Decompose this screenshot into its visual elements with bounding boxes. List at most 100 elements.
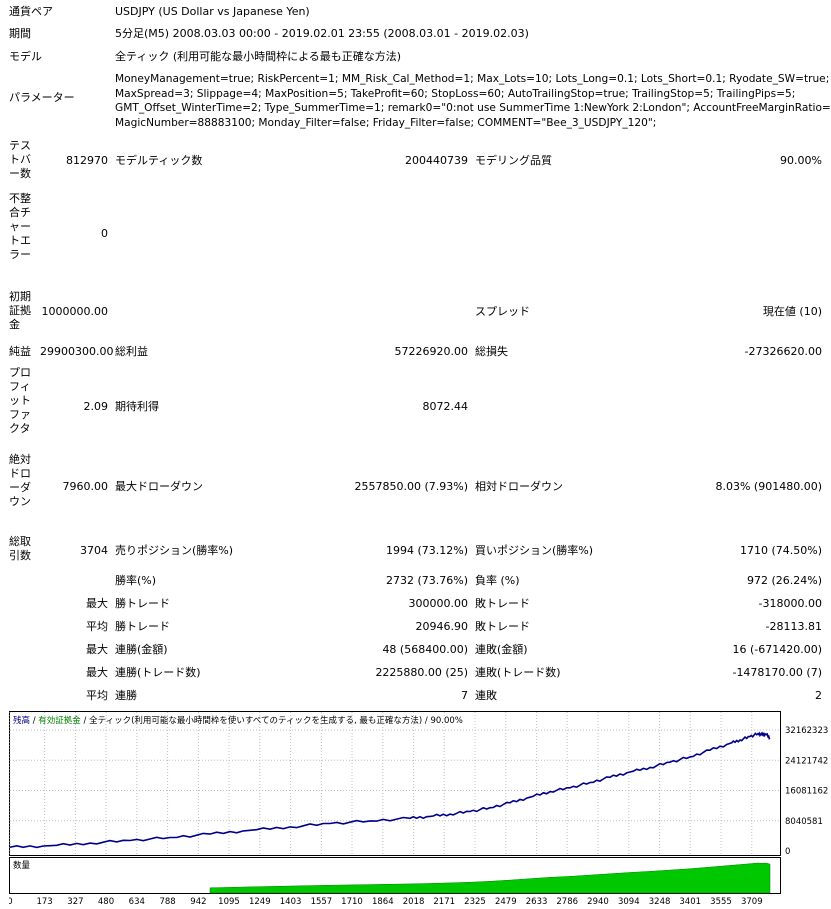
avg-cons-loss-value: 2 [815,689,822,702]
model-label: モデル [9,50,42,63]
long-label: 買いポジション(勝率%) [475,544,594,557]
x-tick-label: 2018 [403,897,425,907]
x-tick-label: 3401 [679,897,701,907]
initial-deposit-label: 初期証拠金 [9,290,31,331]
total-trades-label: 総取引数 [9,535,31,562]
avg-cons-win-value: 7 [461,689,468,702]
chart-legend: 残高 / 有効証拠金 / 全ティック(利用可能な最小時間枠を使いすべてのティック… [13,715,463,726]
x-tick-label: 1095 [218,897,240,907]
x-tick-label: 173 [36,897,52,907]
model-quality-value: 90.00% [780,154,822,167]
total-trades-value: 3704 [80,544,108,557]
x-tick-label: 2171 [433,897,455,907]
max-loss-value: -318000.00 [758,597,822,610]
mismatch-value: 0 [101,227,108,240]
mismatch-label: 不整合チャートエラー [9,192,31,261]
avg-win-value: 20946.90 [415,620,469,633]
max-label: 最大 [86,643,108,656]
x-tick-label: 1249 [249,897,271,907]
x-tick-label: 942 [190,897,206,907]
y-tick-label: 0 [785,847,790,857]
x-tick-label: 327 [67,897,83,907]
x-tick-label: 788 [159,897,175,907]
max-dd-value: 2557850.00 (7.93%) [354,480,468,493]
x-tick-label: 2786 [556,897,578,907]
gross-loss-label: 総損失 [475,345,508,358]
profit-factor-label: プロフィットファクタ [9,366,31,435]
loss-trade-label: 敗トレード [475,620,530,633]
spread-label: スプレッド [475,305,530,318]
profit-factor-value: 2.09 [83,400,109,413]
model-quality-label: モデリング品質 [475,154,552,167]
params-line: MagicNumber=88883100; Monday_Filter=fals… [115,116,657,129]
avg-label: 平均 [86,620,108,633]
avg-loss-value: -28113.81 [765,620,822,633]
x-tick-label: 634 [129,897,145,907]
cons-loss-cnt-value: -1478170.00 (7) [732,666,822,679]
expected-payoff-value: 8072.44 [422,400,469,413]
initial-deposit-value: 1000000.00 [41,305,108,318]
period-value: 5分足(M5) 2008.03.03 00:00 - 2019.02.01 23… [115,27,529,40]
cons-win-amt-value: 48 (568400.00) [382,643,468,656]
x-tick-label: 2479 [495,897,517,907]
avg-label: 平均 [86,689,108,702]
short-value: 1994 (73.12%) [385,544,468,557]
main-plot-frame [9,711,781,856]
cons-loss-amt-value: 16 (-671420.00) [732,643,822,656]
x-tick-label: 0 [9,897,13,907]
x-tick-label: 1557 [311,897,333,907]
x-tick-label: 3094 [618,897,640,907]
max-win-value: 300000.00 [408,597,469,610]
x-tick-label: 1403 [280,897,302,907]
win-trade-label: 勝トレード [115,597,170,610]
period-label: 期間 [9,27,31,40]
y-tick-label: 8040581 [785,817,823,827]
loss-trade-label: 敗トレード [475,597,530,610]
gross-profit-label: 総利益 [115,345,148,358]
y-tick-label: 32162323 [785,726,828,736]
params-line: MaxSpread=3; Slippage=4; MaxPosition=5; … [115,87,796,100]
net-profit-value: 29900300.00 [40,345,114,358]
cons-win-amt-label: 連勝(金額) [115,643,168,656]
gross-profit-value: 57226920.00 [394,345,468,358]
net-profit-label: 純益 [9,345,31,358]
max-label: 最大 [86,666,108,679]
win-rate-value: 2732 (73.76%) [385,574,468,587]
params-label: パラメーター [9,91,75,104]
cons-win-cnt-label: 連勝(トレード数) [115,666,201,679]
legend-balance: 残高 [13,715,30,726]
params-text: MoneyManagement=true; RiskPercent=1; MM_… [115,72,831,130]
x-tick-label: 2633 [526,897,548,907]
expected-payoff-label: 期待利得 [115,400,159,413]
x-tick-label: 2940 [587,897,609,907]
volume-label: 数量 [13,860,31,871]
legend-equity: 有効証拠金 [38,715,81,726]
rel-dd-value: 8.03% (901480.00) [715,480,822,493]
test-bars-value: 812970 [66,154,108,167]
abs-dd-label: 絶対ドローダウン [9,453,31,508]
avg-cons-loss-label: 連敗 [475,689,497,702]
win-trade-label: 勝トレード [115,620,170,633]
gross-loss-value: -27326620.00 [744,345,822,358]
loss-rate-label: 負率 (%) [475,574,520,587]
model-value: 全ティック (利用可能な最小時間枠による最も正確な方法) [115,50,402,63]
x-tick-label: 3555 [710,897,732,907]
cons-win-cnt-value: 2225880.00 (25) [375,666,468,679]
pair-value: USDJPY (US Dollar vs Japanese Yen) [115,5,310,18]
model-ticks-value: 200440739 [405,154,468,167]
cons-loss-cnt-label: 連敗(トレード数) [475,666,561,679]
abs-dd-value: 7960.00 [62,480,109,493]
params-line: GMT_Offset_WinterTime=2; Type_SummerTime… [115,102,831,114]
max-dd-label: 最大ドローダウン [115,480,203,493]
x-tick-label: 480 [98,897,114,907]
x-tick-label: 3709 [741,897,763,907]
x-tick-label: 1864 [372,897,394,907]
test-bars-label: テストバー数 [9,139,31,180]
legend-quality: 90.00% [430,716,462,726]
x-tick-label: 1710 [341,897,363,907]
balance-chart: 32162323 24121742 16081162 8040581 0 0 173 327… [9,711,828,907]
long-value: 1710 (74.50%) [739,544,822,557]
loss-rate-value: 972 (26.24%) [746,574,822,587]
rel-dd-label: 相対ドローダウン [475,480,563,493]
model-ticks-label: モデルティック数 [115,154,203,167]
